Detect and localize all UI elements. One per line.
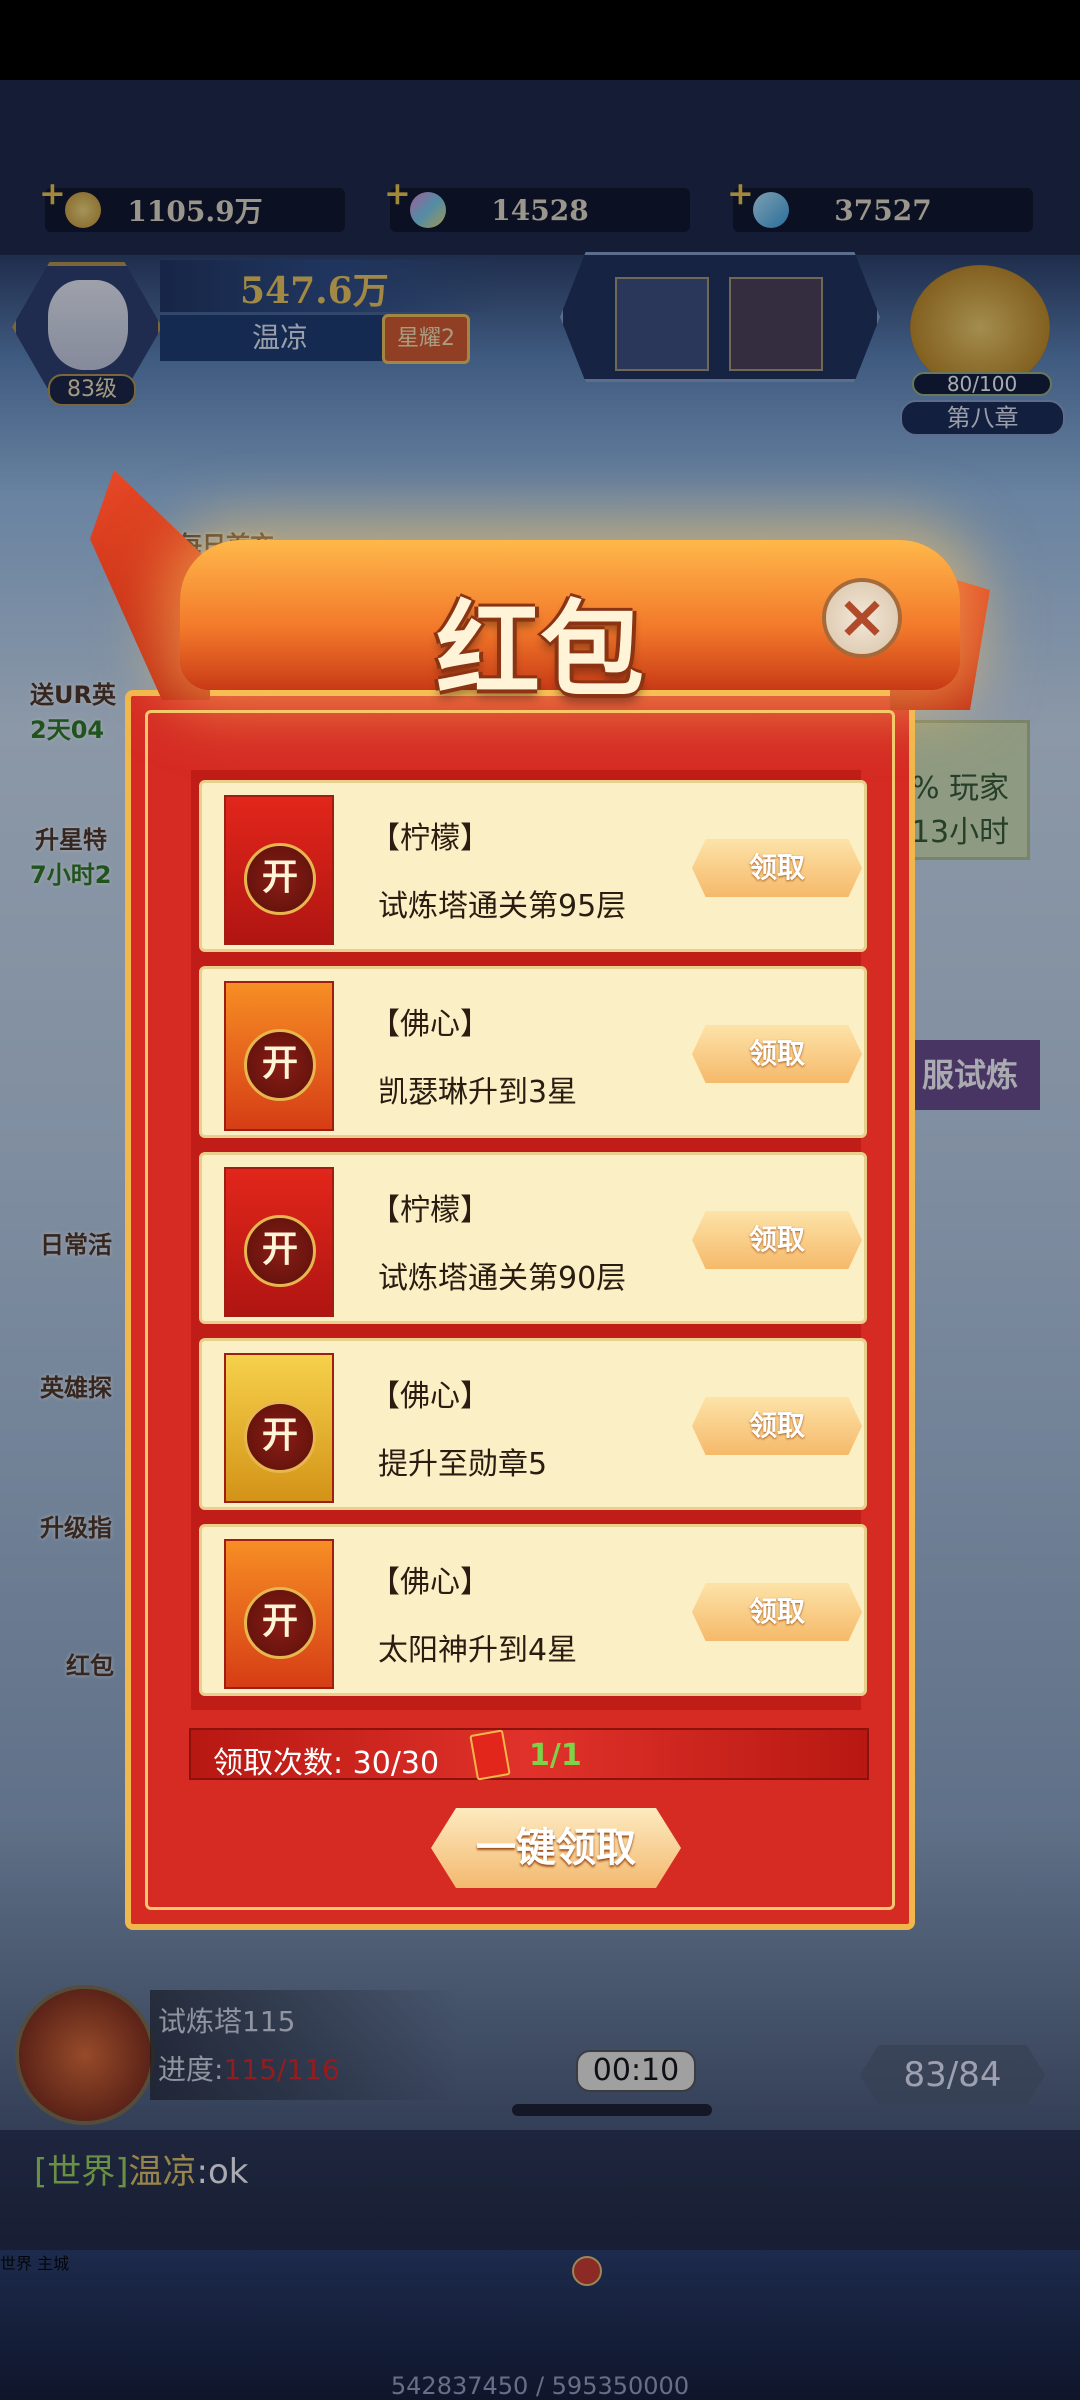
envelope-seal: 开	[244, 1029, 316, 1101]
close-icon[interactable]: ×	[822, 578, 902, 658]
packet-task: 试炼塔通关第90层	[378, 1261, 627, 1296]
red-envelope-icon: 开	[224, 1539, 334, 1689]
claim-button[interactable]: 领取	[692, 1397, 862, 1455]
game-screen: + 1105.9万 + 14528 + 37527 83级 547.6万 温凉 …	[0, 0, 1080, 2400]
envelope-seal: 开	[244, 1587, 316, 1659]
claim-count-label: 领取次数: 30/30	[213, 1746, 440, 1781]
red-packet-row: 开 【柠檬】 试炼塔通关第90层 领取	[199, 1152, 867, 1324]
envelope-ratio: 1/1	[529, 1738, 582, 1773]
red-packet-row: 开 【佛心】 提升至勋章5 领取	[199, 1338, 867, 1510]
claim-button[interactable]: 领取	[692, 1211, 862, 1269]
envelope-seal: 开	[244, 843, 316, 915]
red-envelope-icon	[469, 1729, 511, 1781]
red-envelope-icon: 开	[224, 1167, 334, 1317]
packet-sender: 【柠檬】	[370, 1193, 490, 1228]
red-packet-row: 开 【佛心】 凯瑟琳升到3星 领取	[199, 966, 867, 1138]
packet-task: 试炼塔通关第95层	[378, 889, 627, 924]
red-packet-dialog: 开 【柠檬】 试炼塔通关第95层 领取 开 【佛心】 凯瑟琳升到3星 领取 开 …	[125, 690, 915, 1930]
red-envelope-icon: 开	[224, 981, 334, 1131]
claim-all-button[interactable]: 一键领取	[431, 1808, 681, 1888]
packet-task: 提升至勋章5	[378, 1447, 548, 1482]
packet-task: 凯瑟琳升到3星	[378, 1075, 578, 1110]
claim-button[interactable]: 领取	[692, 1025, 862, 1083]
packet-sender: 【佛心】	[370, 1007, 490, 1042]
packet-sender: 【柠檬】	[370, 821, 490, 856]
packet-sender: 【佛心】	[370, 1565, 490, 1600]
red-packet-row: 开 【柠檬】 试炼塔通关第95层 领取	[199, 780, 867, 952]
red-envelope-icon: 开	[224, 795, 334, 945]
envelope-seal: 开	[244, 1401, 316, 1473]
red-packet-list[interactable]: 开 【柠檬】 试炼塔通关第95层 领取 开 【佛心】 凯瑟琳升到3星 领取 开 …	[191, 770, 867, 1710]
packet-sender: 【佛心】	[370, 1379, 490, 1414]
envelope-seal: 开	[244, 1215, 316, 1287]
red-envelope-icon: 开	[224, 1353, 334, 1503]
claim-count-bar: 领取次数: 30/30 1/1	[189, 1728, 869, 1781]
red-packet-row: 开 【佛心】 太阳神升到4星 领取	[199, 1524, 867, 1696]
packet-task: 太阳神升到4星	[378, 1633, 578, 1668]
claim-button[interactable]: 领取	[692, 839, 862, 897]
claim-button[interactable]: 领取	[692, 1583, 862, 1641]
